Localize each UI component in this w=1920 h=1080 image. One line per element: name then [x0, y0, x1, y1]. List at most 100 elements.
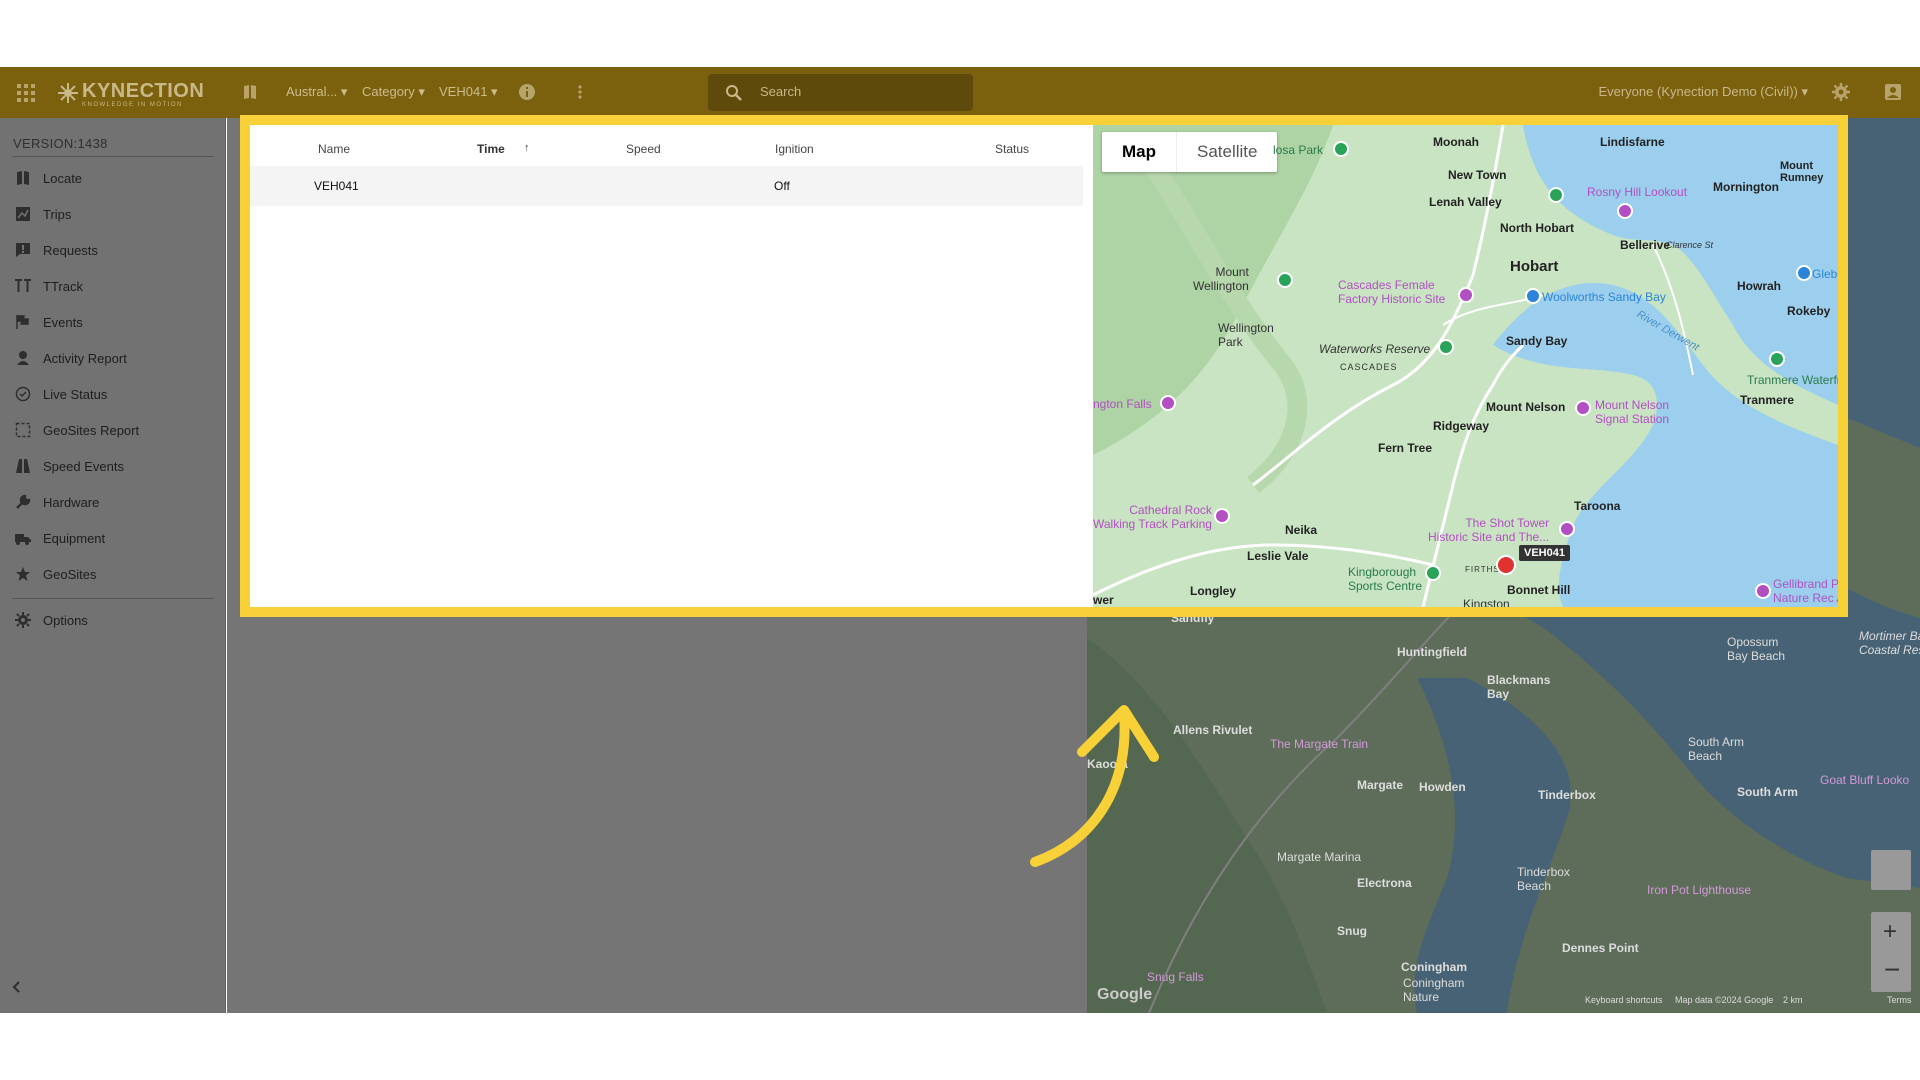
- sidebar-item-hardware[interactable]: Hardware: [0, 484, 226, 520]
- map-label: South Arm: [1737, 785, 1798, 799]
- map-label: Mount Nelson Signal Station: [1595, 398, 1670, 426]
- map-label: Tinderbox: [1538, 788, 1596, 802]
- map-book-icon[interactable]: [241, 83, 259, 101]
- poi-pin-icon[interactable]: [1458, 287, 1474, 303]
- map-label: Goat Bluff Looko: [1820, 773, 1910, 787]
- sidebar-item-requests[interactable]: Requests: [0, 232, 226, 268]
- map-label: ngton Falls: [1093, 397, 1152, 411]
- shop-pin-icon[interactable]: [1525, 288, 1541, 304]
- column-header-time[interactable]: Time: [477, 142, 505, 156]
- sidebar-item-ttrack[interactable]: TTrack: [0, 268, 226, 304]
- vehicle-selector[interactable]: VEH041 ▾: [439, 84, 498, 100]
- park-pin-icon[interactable]: [1769, 351, 1785, 367]
- column-header-name[interactable]: Name: [318, 142, 350, 156]
- map-label: Mount Rumney: [1780, 160, 1824, 184]
- info-icon[interactable]: [518, 83, 536, 101]
- highlight-map[interactable]: Map Satellite losa Park Moonah Lindisfar…: [1093, 125, 1838, 607]
- map-label: Cathedral Rock Walking Track Parking: [1093, 503, 1212, 531]
- sidebar-item-live-status[interactable]: Live Status: [0, 376, 226, 412]
- shop-pin-icon[interactable]: [1796, 265, 1812, 281]
- column-header-ignition[interactable]: Ignition: [775, 142, 814, 156]
- sidebar-item-events[interactable]: Events: [0, 304, 226, 340]
- map-label: Tranmere: [1740, 393, 1795, 407]
- chevron-left-icon[interactable]: [8, 978, 26, 996]
- map-label: Sandy Bay: [1506, 334, 1568, 348]
- vehicle-marker-label: VEH041: [1519, 545, 1570, 561]
- map-type-map-button[interactable]: Map: [1102, 132, 1176, 172]
- poi-pin-icon[interactable]: [1575, 400, 1591, 416]
- map-label: Mount Nelson: [1486, 400, 1566, 414]
- map-label: Dennes Point: [1562, 941, 1639, 955]
- sidebar-item-locate[interactable]: Locate: [0, 160, 226, 196]
- table-row[interactable]: VEH041 Off: [250, 166, 1083, 206]
- map-label: CASCADES: [1340, 362, 1398, 372]
- terms-link[interactable]: Terms: [1887, 995, 1912, 1005]
- map-label: The Margate Train: [1270, 737, 1369, 751]
- sidebar-item-activity-report[interactable]: Activity Report: [0, 340, 226, 376]
- vehicle-marker[interactable]: [1496, 555, 1516, 575]
- park-pin-icon[interactable]: [1425, 565, 1441, 581]
- sidebar-item-label: Locate: [43, 170, 83, 186]
- truck-icon: [13, 528, 33, 548]
- map-label: Bonnet Hill: [1507, 583, 1571, 597]
- sidebar: VERSION:1438 Locate Trips Requests TTrac…: [0, 118, 226, 1013]
- road-icon: [13, 456, 33, 476]
- cell-name: VEH041: [314, 179, 359, 193]
- sidebar-item-geosites-report[interactable]: GeoSites Report: [0, 412, 226, 448]
- map-label: Clarence St: [1666, 240, 1714, 250]
- map-label: Kingborough Sports Centre: [1348, 565, 1423, 593]
- poi-pin-icon[interactable]: [1160, 395, 1176, 411]
- app-logo[interactable]: KYNECTION KNOWLEDGE IN MOTION: [82, 80, 204, 108]
- search-placeholder: Search: [760, 84, 802, 99]
- poi-pin-icon[interactable]: [1755, 583, 1771, 599]
- map-label: The Shot Tower Historic Site and The...: [1428, 516, 1550, 544]
- more-vert-icon[interactable]: [571, 83, 589, 101]
- zoom-out-button[interactable]: −: [1884, 954, 1900, 986]
- poi-pin-icon[interactable]: [1617, 203, 1633, 219]
- events-icon: [13, 312, 33, 332]
- zoom-in-button[interactable]: +: [1883, 918, 1897, 946]
- map-label: Huntingfield: [1397, 645, 1467, 659]
- sort-arrow-icon[interactable]: ↑: [524, 142, 530, 154]
- account-selector[interactable]: Everyone (Kynection Demo (Civil)) ▾: [1598, 84, 1808, 100]
- region-selector[interactable]: Austral... ▾: [286, 84, 347, 100]
- park-pin-icon[interactable]: [1277, 272, 1293, 288]
- sidebar-item-label: Equipment: [43, 530, 106, 546]
- map-label: Blackmans Bay: [1487, 673, 1551, 701]
- category-selector[interactable]: Category ▾: [362, 84, 425, 100]
- map-label: Longley: [1190, 584, 1237, 598]
- check-circle-icon: [13, 384, 33, 404]
- map-label: New Town: [1448, 168, 1507, 182]
- map-label: losa Park: [1273, 143, 1324, 157]
- account-box-icon[interactable]: [1884, 83, 1902, 101]
- map-label: Woolworths Sandy Bay: [1542, 290, 1666, 304]
- column-header-speed[interactable]: Speed: [626, 142, 661, 156]
- map-type-satellite-button[interactable]: Satellite: [1176, 132, 1277, 172]
- park-pin-icon[interactable]: [1438, 339, 1454, 355]
- map-label: Moonah: [1433, 135, 1479, 149]
- park-pin-icon[interactable]: [1548, 187, 1564, 203]
- poi-pin-icon[interactable]: [1214, 508, 1230, 524]
- map-label: South Arm Beach: [1688, 735, 1745, 763]
- gear-icon[interactable]: [1832, 83, 1850, 101]
- sidebar-item-speed-events[interactable]: Speed Events: [0, 448, 226, 484]
- scale-label: 2 km: [1783, 995, 1803, 1005]
- sidebar-item-geosites[interactable]: GeoSites: [0, 556, 226, 592]
- poi-pin-icon[interactable]: [1559, 521, 1575, 537]
- column-header-status[interactable]: Status: [995, 142, 1029, 156]
- map-label: Opossum Bay Beach: [1727, 635, 1786, 663]
- map-label: Electrona: [1357, 876, 1412, 890]
- park-pin-icon[interactable]: [1333, 141, 1349, 157]
- keyboard-shortcuts-link[interactable]: Keyboard shortcuts: [1585, 995, 1663, 1005]
- sidebar-item-trips[interactable]: Trips: [0, 196, 226, 232]
- sidebar-item-equipment[interactable]: Equipment: [0, 520, 226, 556]
- dashed-square-icon: [13, 420, 33, 440]
- map-label: Kingston: [1463, 597, 1510, 607]
- top-bar: KYNECTION KNOWLEDGE IN MOTION Austral...…: [0, 67, 1920, 118]
- search-box[interactable]: Search: [708, 74, 973, 111]
- callout-arrow-icon: [1030, 705, 1159, 867]
- sidebar-item-options[interactable]: Options: [0, 602, 226, 638]
- map-label: Margate Marina: [1277, 850, 1362, 864]
- apps-grid-icon[interactable]: [17, 84, 35, 102]
- street-view-pegman-icon[interactable]: [1871, 850, 1911, 890]
